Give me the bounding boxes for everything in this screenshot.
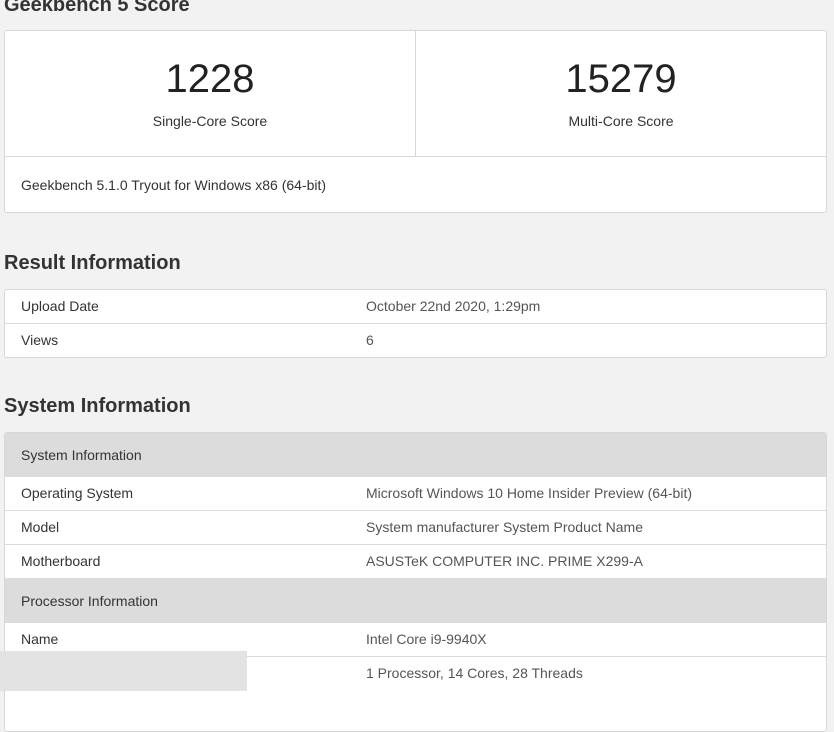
table-row: Operating System Microsoft Windows 10 Ho…	[5, 477, 826, 511]
table-row: Motherboard ASUSTeK COMPUTER INC. PRIME …	[5, 545, 826, 579]
model-value: System manufacturer System Product Name	[366, 519, 643, 535]
upload-date-value: October 22nd 2020, 1:29pm	[366, 298, 541, 314]
motherboard-value: ASUSTeK COMPUTER INC. PRIME X299-A	[366, 553, 643, 569]
multi-core-cell: 15279 Multi-Core Score	[415, 31, 826, 156]
model-key: Model	[21, 519, 60, 535]
overlay-panel	[0, 651, 247, 691]
single-core-label: Single-Core Score	[152, 113, 268, 129]
single-core-cell: 1228 Single-Core Score	[5, 31, 415, 156]
processor-information-group-header: Processor Information	[5, 579, 826, 623]
table-row: Upload Date October 22nd 2020, 1:29pm	[5, 290, 826, 324]
geekbench-score-title: Geekbench 5 Score	[4, 0, 190, 16]
views-value: 6	[366, 332, 374, 348]
operating-system-value: Microsoft Windows 10 Home Insider Previe…	[366, 485, 692, 501]
upload-date-key: Upload Date	[21, 298, 99, 314]
result-information-title: Result Information	[4, 252, 181, 274]
score-row: 1228 Single-Core Score 15279 Multi-Core …	[5, 31, 826, 157]
table-row: Views 6	[5, 324, 826, 357]
system-information-title: System Information	[4, 395, 191, 417]
multi-core-label: Multi-Core Score	[568, 113, 674, 129]
table-row: Model System manufacturer System Product…	[5, 511, 826, 545]
single-core-score: 1228	[165, 57, 255, 101]
result-information-table: Upload Date October 22nd 2020, 1:29pm Vi…	[4, 289, 827, 358]
operating-system-key: Operating System	[21, 485, 134, 501]
version-text: Geekbench 5.1.0 Tryout for Windows x86 (…	[21, 177, 327, 193]
score-card: 1228 Single-Core Score 15279 Multi-Core …	[4, 30, 827, 213]
views-key: Views	[21, 332, 59, 348]
processor-name-value: Intel Core i9-9940X	[366, 631, 487, 647]
multi-core-score: 15279	[565, 57, 677, 101]
motherboard-key: Motherboard	[21, 553, 101, 569]
system-information-group-header: System Information	[5, 433, 826, 477]
processor-topology-value: 1 Processor, 14 Cores, 28 Threads	[366, 665, 583, 681]
